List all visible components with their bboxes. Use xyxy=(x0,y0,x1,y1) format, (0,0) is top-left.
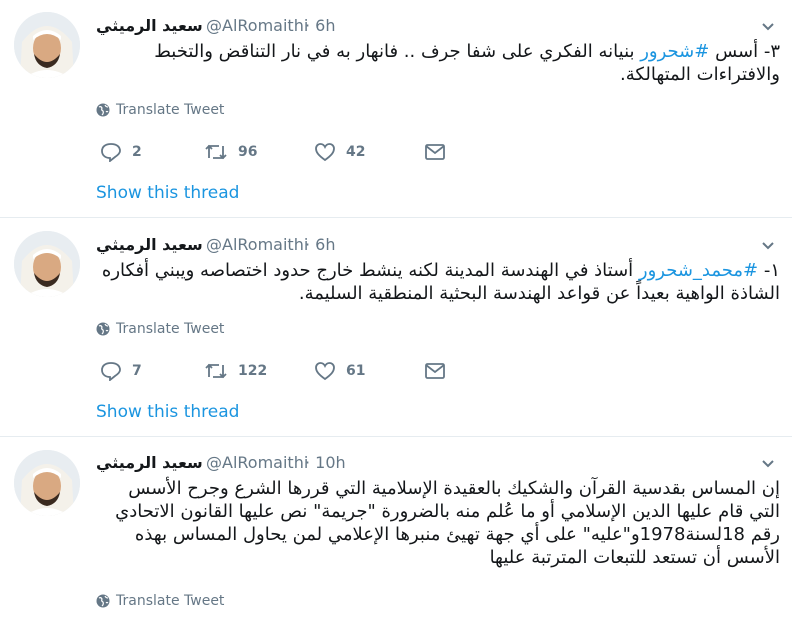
tweet-text-prefix: ٣- أسس xyxy=(709,41,780,62)
message-icon xyxy=(425,144,445,160)
translate-tweet[interactable]: Translate Tweet xyxy=(96,321,224,337)
retweet-button[interactable]: 96 xyxy=(204,142,257,162)
like-button[interactable]: 61 xyxy=(314,361,365,381)
tweet-2[interactable]: سعيد الرميثي @AlRomaithi · 6h ١- #محمد_ش… xyxy=(0,218,792,437)
author-name[interactable]: سعيد الرميثي xyxy=(96,453,203,472)
like-icon xyxy=(315,143,335,162)
avatar-image xyxy=(14,12,80,78)
translate-label: Translate Tweet xyxy=(116,593,225,609)
tweet-text: إن المساس بقدسية القرآن والشكيك بالعقيدة… xyxy=(96,477,780,569)
reply-count: 7 xyxy=(132,363,142,379)
retweet-button[interactable]: 122 xyxy=(204,361,267,381)
tweet-time[interactable]: · 6h xyxy=(305,16,336,35)
retweet-icon xyxy=(205,363,227,379)
tweet-text: ١- #محمد_شحرور أستاذ في الهندسة المدينة … xyxy=(96,259,780,305)
reply-button[interactable]: 7 xyxy=(100,361,142,381)
like-count: 61 xyxy=(346,363,366,379)
avatar[interactable] xyxy=(14,450,80,516)
tweet-text: ٣- أسس #شحرور بنيانه الفكري على شفا جرف … xyxy=(96,40,780,86)
show-thread-link[interactable]: Show this thread xyxy=(96,183,239,203)
tweet-actions: 2 96 42 xyxy=(96,142,456,166)
chevron-down-icon[interactable] xyxy=(760,18,776,34)
translate-tweet[interactable]: Translate Tweet xyxy=(96,593,224,609)
reply-icon xyxy=(101,362,121,381)
avatar-image xyxy=(14,231,80,297)
tweet-text-body: إن المساس بقدسية القرآن والشكيك بالعقيدة… xyxy=(115,478,780,568)
retweet-icon xyxy=(205,144,227,160)
author-handle[interactable]: @AlRomaithi xyxy=(206,235,308,254)
author-name[interactable]: سعيد الرميثي xyxy=(96,16,203,35)
avatar[interactable] xyxy=(14,231,80,297)
reply-button[interactable]: 2 xyxy=(100,142,142,162)
hashtag-link[interactable]: #شحرور xyxy=(640,41,709,62)
hashtag-link[interactable]: #محمد_شحرور xyxy=(639,260,758,281)
globe-icon xyxy=(96,322,110,336)
like-count: 42 xyxy=(346,144,366,160)
avatar-image xyxy=(14,450,80,516)
avatar[interactable] xyxy=(14,12,80,78)
tweet-3[interactable]: سعيد الرميثي @AlRomaithi · 10h إن المساس… xyxy=(0,437,792,620)
direct-message-button[interactable] xyxy=(424,361,446,381)
translate-tweet[interactable]: Translate Tweet xyxy=(96,102,224,118)
author-handle[interactable]: @AlRomaithi xyxy=(206,453,308,472)
tweet-1[interactable]: سعيد الرميثي @AlRomaithi · 6h ٣- أسس #شح… xyxy=(0,0,792,218)
retweet-count: 96 xyxy=(238,144,258,160)
author-handle[interactable]: @AlRomaithi xyxy=(206,16,308,35)
direct-message-button[interactable] xyxy=(424,142,446,162)
like-button[interactable]: 42 xyxy=(314,142,365,162)
translate-label: Translate Tweet xyxy=(116,102,225,118)
globe-icon xyxy=(96,103,110,117)
chevron-down-icon[interactable] xyxy=(760,455,776,471)
reply-count: 2 xyxy=(132,144,142,160)
message-icon xyxy=(425,363,445,379)
chevron-down-icon[interactable] xyxy=(760,237,776,253)
tweet-text-prefix: ١- xyxy=(758,260,780,281)
retweet-count: 122 xyxy=(238,363,268,379)
tweet-time[interactable]: · 10h xyxy=(305,453,346,472)
show-thread-link[interactable]: Show this thread xyxy=(96,402,239,422)
tweet-time[interactable]: · 6h xyxy=(305,235,336,254)
reply-icon xyxy=(101,143,121,162)
translate-label: Translate Tweet xyxy=(116,321,225,337)
tweet-actions: 7 122 61 xyxy=(96,361,456,385)
like-icon xyxy=(315,362,335,381)
globe-icon xyxy=(96,594,110,608)
author-name[interactable]: سعيد الرميثي xyxy=(96,235,203,254)
